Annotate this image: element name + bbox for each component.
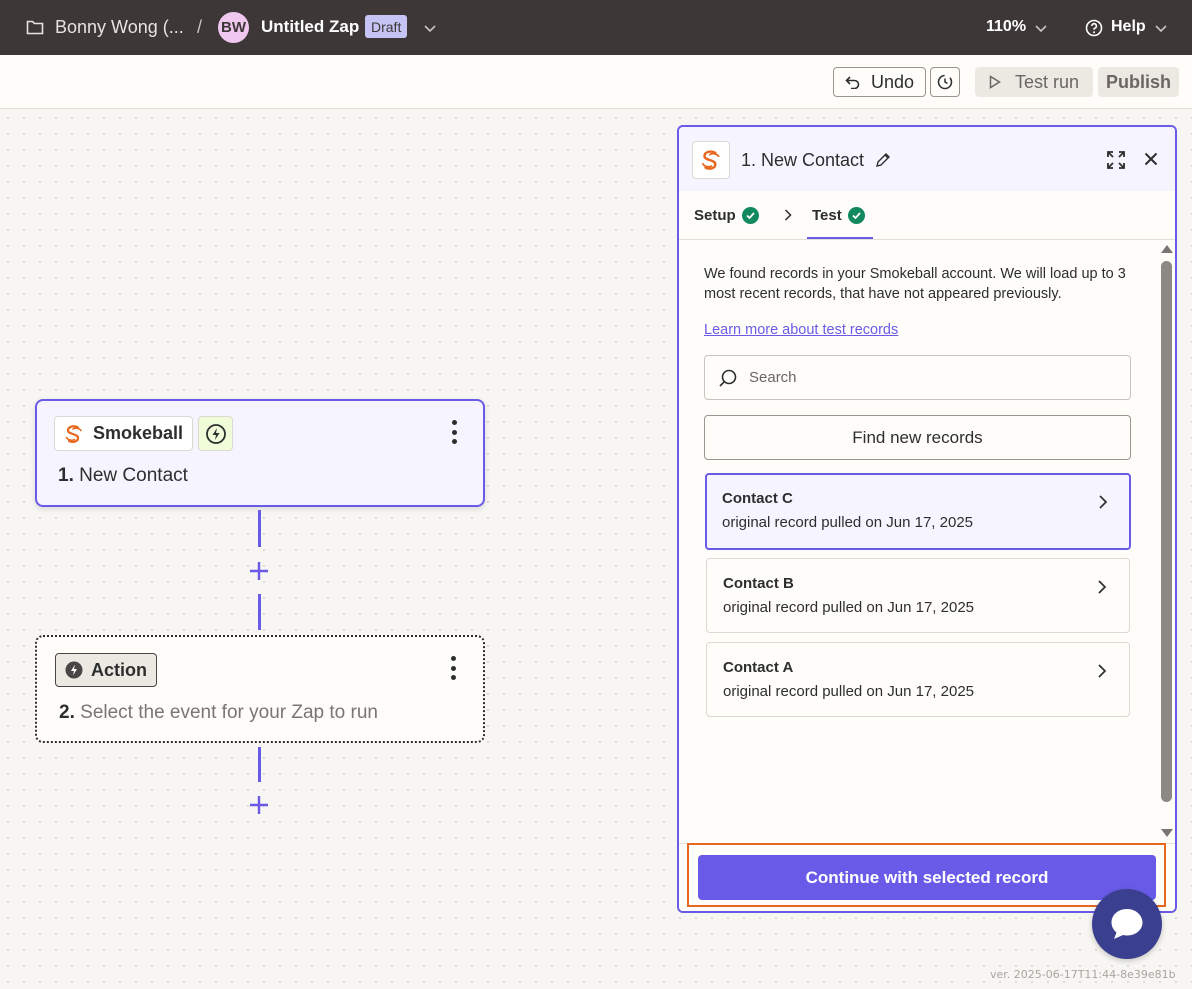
- chevron-down-icon[interactable]: [1154, 21, 1168, 35]
- record-item[interactable]: Contact A original record pulled on Jun …: [706, 642, 1130, 717]
- tab-label: Setup: [694, 207, 736, 224]
- zoom-level[interactable]: 110%: [986, 18, 1026, 36]
- help-menu[interactable]: Help: [1111, 18, 1146, 36]
- find-new-records-button[interactable]: Find new records: [704, 415, 1131, 460]
- chat-support-button[interactable]: [1092, 889, 1162, 959]
- app-logo: [692, 141, 730, 179]
- lightning-icon: [205, 423, 226, 444]
- undo-button[interactable]: Undo: [833, 67, 926, 97]
- learn-more-link[interactable]: Learn more about test records: [704, 322, 898, 338]
- connector-line: [258, 510, 261, 547]
- publish-button[interactable]: Publish: [1098, 67, 1179, 97]
- breadcrumb-folder[interactable]: Bonny Wong (...: [55, 17, 184, 38]
- add-step-plus-icon[interactable]: [248, 794, 270, 816]
- editor-toolbar: Undo Test run Publish: [0, 55, 1192, 109]
- chevron-right-icon: [1098, 580, 1107, 594]
- panel-tabs: Setup Test: [679, 191, 1175, 240]
- action-step-card[interactable]: Action 2. Select the event for your Zap …: [35, 635, 485, 743]
- zap-name[interactable]: Untitled Zap: [261, 17, 359, 37]
- version-text: ver. 2025-06-17T11:44-8e39e81b: [990, 968, 1176, 981]
- tab-setup[interactable]: Setup: [694, 207, 759, 224]
- app-name: Smokeball: [93, 423, 184, 443]
- more-options-icon[interactable]: [450, 656, 456, 680]
- folder-icon[interactable]: [26, 19, 44, 35]
- lightning-icon: [65, 661, 83, 679]
- record-detail: original record pulled on Jun 17, 2025: [723, 683, 975, 700]
- chevron-right-icon: [1099, 495, 1108, 509]
- connector-line: [258, 747, 261, 782]
- panel-title: 1. New Contact: [741, 150, 865, 170]
- trigger-step-card[interactable]: Smokeball 1. New Contact: [35, 399, 485, 507]
- record-detail: original record pulled on Jun 17, 2025: [722, 514, 974, 531]
- scroll-up-arrow[interactable]: [1161, 245, 1173, 253]
- scrollbar-thumb[interactable]: [1161, 261, 1172, 802]
- play-icon: [989, 75, 1001, 89]
- step-title: 1. New Contact: [58, 465, 188, 486]
- expand-icon[interactable]: [1106, 150, 1126, 170]
- chevron-right-icon: [784, 209, 792, 221]
- action-label: Action: [91, 659, 147, 680]
- record-detail: original record pulled on Jun 17, 2025: [723, 599, 975, 616]
- intro-text: We found records in your Smokeball accou…: [704, 266, 1126, 302]
- help-icon[interactable]: [1085, 19, 1103, 37]
- add-step-plus-icon[interactable]: [248, 560, 270, 582]
- search-icon: [719, 369, 737, 387]
- undo-icon: [845, 76, 860, 89]
- record-name: Contact B: [723, 575, 794, 592]
- record-item[interactable]: Contact B original record pulled on Jun …: [706, 558, 1130, 633]
- chevron-right-icon: [1098, 664, 1107, 678]
- edit-pencil-icon[interactable]: [875, 152, 891, 168]
- action-chip[interactable]: Action: [55, 653, 157, 687]
- step-panel: 1. New Contact Setup Test We found recor…: [677, 125, 1177, 913]
- status-badge: Draft: [365, 15, 408, 38]
- continue-with-selected-record-button[interactable]: Continue with selected record: [698, 855, 1156, 900]
- breadcrumb-separator: /: [197, 17, 203, 37]
- active-tab-indicator: [807, 237, 873, 239]
- panel-header: 1. New Contact: [679, 127, 1175, 191]
- test-run-label: Test run: [1014, 71, 1080, 92]
- step-title: 2. Select the event for your Zap to run: [59, 702, 378, 723]
- chat-icon: [1111, 909, 1143, 939]
- scroll-down-arrow[interactable]: [1161, 829, 1173, 837]
- search-placeholder: Search: [749, 369, 797, 386]
- search-input[interactable]: Search: [704, 355, 1131, 400]
- top-bar: Bonny Wong (... / BW Untitled Zap Draft …: [0, 0, 1192, 55]
- more-options-icon[interactable]: [451, 420, 457, 444]
- check-circle-icon: [741, 207, 759, 224]
- tab-test[interactable]: Test: [812, 207, 865, 224]
- version-history-button[interactable]: [930, 67, 960, 97]
- app-chip[interactable]: Smokeball: [54, 416, 194, 451]
- trigger-badge: [198, 416, 233, 451]
- record-name: Contact C: [722, 490, 793, 507]
- history-icon: [937, 74, 953, 90]
- chevron-down-icon[interactable]: [423, 21, 437, 35]
- test-records-section: We found records in your Smokeball accou…: [679, 240, 1175, 844]
- tab-label: Test: [812, 207, 842, 224]
- test-run-button[interactable]: Test run: [975, 67, 1093, 97]
- undo-label: Undo: [870, 71, 915, 92]
- smokeball-logo-icon: [701, 150, 720, 170]
- check-circle-icon: [847, 207, 865, 224]
- avatar[interactable]: BW: [218, 12, 249, 43]
- record-item[interactable]: Contact C original record pulled on Jun …: [705, 473, 1131, 550]
- record-name: Contact A: [723, 659, 794, 676]
- chevron-down-icon[interactable]: [1034, 21, 1048, 35]
- close-icon[interactable]: [1144, 152, 1158, 166]
- connector-line: [258, 594, 261, 630]
- smokeball-logo-icon: [65, 424, 82, 443]
